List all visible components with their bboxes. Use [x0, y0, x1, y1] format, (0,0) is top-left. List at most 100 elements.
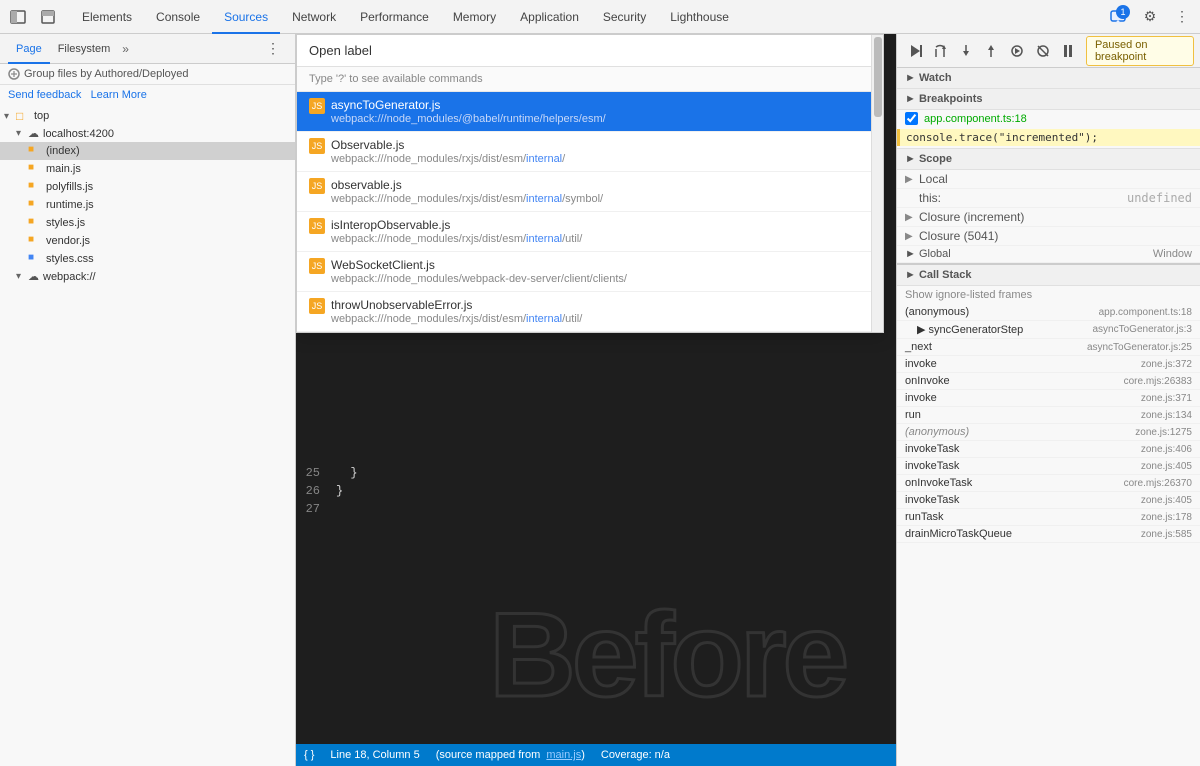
overlay-scrollbar[interactable]: [871, 35, 883, 332]
cs-item-drainmicrotask[interactable]: drainMicroTaskQueue zone.js:585: [897, 526, 1200, 543]
tree-item-styles-css[interactable]: ■ styles.css: [0, 250, 295, 268]
tab-network[interactable]: Network: [280, 0, 348, 34]
send-feedback-link[interactable]: Send feedback: [8, 89, 81, 101]
watch-section-title[interactable]: ► Watch: [897, 68, 1200, 89]
chat-icon[interactable]: 1: [1104, 3, 1132, 31]
tree-label-webpack: webpack://: [43, 271, 96, 283]
deactivate-btn[interactable]: [1031, 37, 1055, 65]
devtools-tab-list: Elements Console Sources Network Perform…: [70, 0, 1104, 34]
tree-label-styles-css: styles.css: [46, 253, 94, 265]
result-path-0: webpack:///node_modules/@babel/runtime/h…: [331, 113, 871, 125]
undock-icon[interactable]: [34, 3, 62, 31]
tree-item-top[interactable]: ▾ □ top: [0, 107, 295, 125]
tree-label-localhost: localhost:4200: [43, 128, 114, 140]
tree-item-main-js[interactable]: ■ main.js: [0, 160, 295, 178]
result-name-0: asyncToGenerator.js: [331, 98, 871, 112]
tree-item-localhost[interactable]: ▾ ☁ localhost:4200: [0, 125, 295, 142]
cs-item-oninvoketask[interactable]: onInvokeTask core.mjs:26370: [897, 475, 1200, 492]
learn-more-link[interactable]: Learn More: [91, 89, 147, 101]
scope-this-val: undefined: [1127, 191, 1192, 205]
cs-fn-runtask: runTask: [905, 511, 1141, 523]
cs-item-syncgenerator[interactable]: ▶ syncGeneratorStep asyncToGenerator.js:…: [897, 321, 1200, 339]
result-name-4: WebSocketClient.js: [331, 258, 871, 272]
panel-more-icon[interactable]: ⋮: [259, 35, 287, 63]
tab-application[interactable]: Application: [508, 0, 591, 34]
cs-fn-anon-2: (anonymous): [905, 426, 1135, 438]
tab-lighthouse[interactable]: Lighthouse: [658, 0, 741, 34]
result-icon-1: JS: [309, 138, 325, 154]
tab-sources[interactable]: Sources: [212, 0, 280, 34]
tab-page[interactable]: Page: [8, 34, 50, 64]
code-line-25: 25 }: [296, 464, 896, 482]
cs-item-invoke-2[interactable]: invoke zone.js:371: [897, 390, 1200, 407]
tree-item-styles-js[interactable]: ■ styles.js: [0, 214, 295, 232]
step-into-btn[interactable]: [954, 37, 978, 65]
cs-item-runtask[interactable]: runTask zone.js:178: [897, 509, 1200, 526]
tree-arrow-localhost: ▾: [16, 128, 28, 139]
debug-toolbar: Paused on breakpoint: [897, 34, 1200, 68]
cs-ref-invoketask-1: zone.js:406: [1141, 444, 1192, 455]
cs-item-invoketask-3[interactable]: invokeTask zone.js:405: [897, 492, 1200, 509]
source-file-link[interactable]: main.js: [546, 749, 581, 761]
cs-item-anon-2[interactable]: (anonymous) zone.js:1275: [897, 424, 1200, 441]
result-path-5: webpack:///node_modules/rxjs/dist/esm/in…: [331, 313, 871, 325]
result-icon-4: JS: [309, 258, 325, 274]
tab-performance[interactable]: Performance: [348, 0, 441, 34]
cs-item-oninvoke[interactable]: onInvoke core.mjs:26383: [897, 373, 1200, 390]
scroll-thumb[interactable]: [874, 37, 882, 117]
cs-item-anonymous[interactable]: (anonymous) app.component.ts:18: [897, 304, 1200, 321]
settings-icon[interactable]: ⚙: [1136, 3, 1164, 31]
resume-btn[interactable]: [903, 37, 927, 65]
open-input[interactable]: label: [344, 43, 371, 58]
breakpoints-title[interactable]: ► Breakpoints: [897, 89, 1200, 110]
more-tabs-btn[interactable]: »: [122, 42, 129, 56]
dock-icon[interactable]: [4, 3, 32, 31]
more-options-icon[interactable]: ⋮: [1168, 3, 1196, 31]
paused-status: Paused on breakpoint: [1086, 36, 1194, 66]
devtools-topbar: Elements Console Sources Network Perform…: [0, 0, 1200, 34]
file-result-0[interactable]: JS asyncToGenerator.js webpack:///node_m…: [297, 92, 883, 132]
tab-console[interactable]: Console: [144, 0, 212, 34]
tab-security[interactable]: Security: [591, 0, 658, 34]
syntax-btn[interactable]: { }: [304, 749, 314, 761]
cs-ref-run: zone.js:134: [1141, 410, 1192, 421]
cs-ref-next: asyncToGenerator.js:25: [1087, 342, 1192, 353]
cs-item-next[interactable]: _next asyncToGenerator.js:25: [897, 339, 1200, 356]
show-ignore-listed[interactable]: Show ignore-listed frames: [897, 286, 1200, 304]
tree-item-webpack[interactable]: ▾ ☁ webpack://: [0, 268, 295, 285]
tab-memory[interactable]: Memory: [441, 0, 508, 34]
scope-title[interactable]: ► Scope: [897, 149, 1200, 170]
file-result-2[interactable]: JS observable.js webpack:///node_modules…: [297, 172, 883, 212]
cs-fn-drainmicrotask: drainMicroTaskQueue: [905, 528, 1141, 540]
breakpoint-checkbox[interactable]: [905, 112, 918, 125]
tree-label-polyfills: polyfills.js: [46, 181, 93, 193]
tab-elements[interactable]: Elements: [70, 0, 144, 34]
step-btn[interactable]: [1005, 37, 1029, 65]
step-out-btn[interactable]: [980, 37, 1004, 65]
file-result-4[interactable]: JS WebSocketClient.js webpack:///node_mo…: [297, 252, 883, 292]
tree-item-index[interactable]: ■ (index): [0, 142, 295, 160]
cs-item-invoke-1[interactable]: invoke zone.js:372: [897, 356, 1200, 373]
cloud-icon-localhost: ☁: [28, 127, 39, 140]
open-file-overlay: Open label Type '?' to see available com…: [296, 34, 884, 333]
cs-item-invoketask-2[interactable]: invokeTask zone.js:405: [897, 458, 1200, 475]
tree-item-polyfills-js[interactable]: ■ polyfills.js: [0, 178, 295, 196]
cs-item-run[interactable]: run zone.js:134: [897, 407, 1200, 424]
center-panel: Open label Type '?' to see available com…: [296, 34, 896, 766]
call-stack-header[interactable]: ► Call Stack: [897, 265, 1200, 286]
tab-filesystem[interactable]: Filesystem: [50, 34, 119, 64]
scope-global-label: ► Global: [905, 248, 951, 260]
scope-closure-increment: ▶ Closure (increment): [897, 208, 1200, 227]
file-result-5[interactable]: JS throwUnobservableError.js webpack:///…: [297, 292, 883, 332]
cs-fn-oninvoke: onInvoke: [905, 375, 1124, 387]
file-result-3[interactable]: JS isInteropObservable.js webpack:///nod…: [297, 212, 883, 252]
pause-on-exception-btn[interactable]: [1056, 37, 1080, 65]
file-result-1[interactable]: JS Observable.js webpack:///node_modules…: [297, 132, 883, 172]
cs-item-invoketask-1[interactable]: invokeTask zone.js:406: [897, 441, 1200, 458]
index-file-icon: ■: [28, 144, 44, 158]
tree-label-vendor: vendor.js: [46, 235, 90, 247]
tree-item-vendor-js[interactable]: ■ vendor.js: [0, 232, 295, 250]
step-over-btn[interactable]: [929, 37, 953, 65]
result-icon-3: JS: [309, 218, 325, 234]
tree-item-runtime-js[interactable]: ■ runtime.js: [0, 196, 295, 214]
